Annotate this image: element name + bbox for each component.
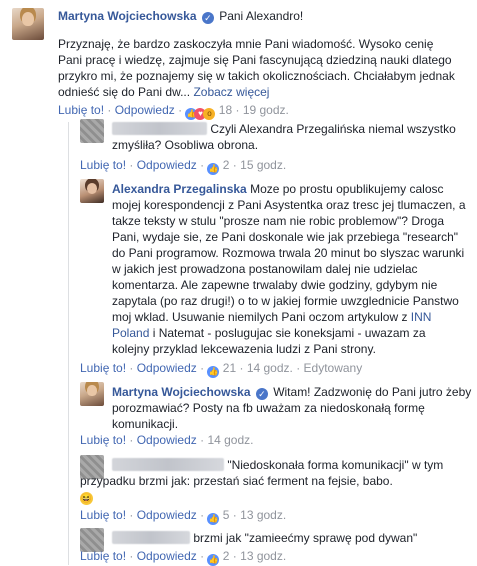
hidden-author-name bbox=[112, 531, 190, 544]
comment-2-edited[interactable]: Edytowany bbox=[304, 361, 363, 375]
comment-3-line-1: Martyna Wojciechowska ✓ Witam! Zadzwonię… bbox=[112, 384, 472, 400]
comment-2-line-7: komentarza. Ale zapewne trwalaby dwie go… bbox=[112, 278, 438, 292]
comment-2-reactions[interactable]: 👍 21 bbox=[207, 361, 237, 378]
comment-2-time[interactable]: 14 godz. bbox=[247, 361, 293, 375]
comment-5-body: brzmi jak "zamieećmy sprawę pod dywan" bbox=[112, 530, 472, 546]
post-reaction-count: 18 bbox=[218, 103, 233, 117]
post-reply-link[interactable]: Odpowiedz bbox=[115, 103, 175, 117]
comment-2-actions: Lubię to! · Odpowiedz · 👍 21 · 14 godz. … bbox=[80, 361, 363, 378]
comment-4-actions: Lubię to! · Odpowiedz · 👍 5 · 13 godz. bbox=[80, 508, 287, 525]
comment-3-actions: Lubię to! · Odpowiedz · 14 godz. bbox=[80, 433, 254, 447]
see-more-link[interactable]: Zobacz więcej bbox=[193, 85, 269, 99]
post-time[interactable]: 19 godz. bbox=[243, 103, 289, 117]
post-header: Martyna Wojciechowska ✓ Pani Alexandro! bbox=[58, 8, 468, 24]
comment-2-line-1-text: Moze po prostu opublikujemy calosc bbox=[250, 182, 444, 196]
post-line-1: Przyznaję, że bardzo zaskoczyła mnie Pan… bbox=[58, 37, 434, 51]
post-line-2: Pani pracę i wiedzę, zajmuje się Pani fa… bbox=[58, 53, 452, 67]
post-actions: Lubię to! · Odpowiedz · 👍 ♥ o 18 · 19 godz… bbox=[58, 103, 289, 120]
comment-2-reaction-count: 21 bbox=[222, 361, 237, 375]
comment-5-line-1: brzmi jak "zamieećmy sprawę pod dywan" bbox=[112, 530, 472, 546]
comment-4-reply-link[interactable]: Odpowiedz bbox=[137, 508, 197, 522]
comment-5-reactions[interactable]: 👍 2 bbox=[207, 549, 230, 566]
comment-2-line-1: Alexandra Przegalinska Moze po prostu op… bbox=[112, 181, 472, 197]
comment-thread: Martyna Wojciechowska ✓ Pani Alexandro! … bbox=[0, 0, 477, 566]
comment-2-line-4: Pani, wydaje sie, ze Pani doskonale wie … bbox=[112, 230, 459, 244]
comment-1-like-link[interactable]: Lubię to! bbox=[80, 158, 126, 172]
comment-2-line-3: takze teksty w stulu "prosze nam nie rob… bbox=[112, 214, 444, 228]
like-reaction-icon: 👍 bbox=[207, 513, 220, 525]
comment-2-line-2: mojej korespondencji z Pani Asystentka o… bbox=[112, 198, 466, 212]
inn-link[interactable]: INN bbox=[411, 310, 432, 324]
comment-2-reply-link[interactable]: Odpowiedz bbox=[137, 361, 197, 375]
post-line-4-text: odnieść się do Pani dw... bbox=[58, 85, 191, 99]
comment-2-line-6: w jakich jest prowadzona postanowilam da… bbox=[112, 262, 418, 276]
post-title-text: Pani Alexandro! bbox=[219, 9, 304, 23]
comment-1-reaction-count: 2 bbox=[222, 158, 230, 172]
avatar-martyna[interactable] bbox=[12, 8, 44, 40]
comment-2-like-link[interactable]: Lubię to! bbox=[80, 361, 126, 375]
comment-2-line-9: moj wklad. Usuwanie niemilych Pani oczom… bbox=[112, 309, 472, 325]
comment-4-emoji-line: 😆 bbox=[80, 489, 472, 505]
post-like-link[interactable]: Lubię to! bbox=[58, 103, 104, 117]
wow-reaction-icon: o bbox=[203, 108, 216, 120]
verified-badge-icon: ✓ bbox=[201, 12, 214, 24]
comment-4-reaction-count: 5 bbox=[222, 508, 230, 522]
comment-1-line-2: zmyśliła? Osobliwa obrona. bbox=[112, 138, 259, 152]
comment-2-author-name[interactable]: Alexandra Przegalinska bbox=[112, 182, 247, 196]
comment-5-time[interactable]: 13 godz. bbox=[240, 549, 286, 563]
comment-3-like-link[interactable]: Lubię to! bbox=[80, 433, 126, 447]
comment-3-line-1-text: Witam! Zadzwonię do Pani jutro żeby bbox=[273, 385, 472, 399]
comment-2-line-11: kolejny przyklad lekcewazenia ludzi z Pa… bbox=[112, 342, 376, 356]
comment-2-line-10-text: i Natemat - poslugujac sie koneksjami - … bbox=[152, 326, 426, 340]
comment-1-line-1-text: Czyli Alexandra Przegalińska niemal wszy… bbox=[210, 122, 456, 136]
comment-4-like-link[interactable]: Lubię to! bbox=[80, 508, 126, 522]
like-reaction-icon: 👍 bbox=[207, 554, 220, 566]
comment-3-author-name[interactable]: Martyna Wojciechowska bbox=[112, 385, 251, 399]
comment-2-line-9-text: moj wklad. Usuwanie niemilych Pani oczom… bbox=[112, 310, 408, 324]
comment-4-body: "Niedoskonała forma komunikacji" w tym p… bbox=[80, 457, 472, 505]
comment-4-line-1-text: "Niedoskonała forma komunikacji" w tym bbox=[227, 458, 444, 472]
like-reaction-icon: 👍 bbox=[207, 163, 220, 175]
avatar-hidden-1[interactable] bbox=[80, 119, 104, 143]
comment-5-line-1-text: brzmi jak "zamieećmy sprawę pod dywan" bbox=[193, 531, 418, 545]
comment-3-time[interactable]: 14 godz. bbox=[207, 433, 253, 447]
comment-2-body: Alexandra Przegalinska Moze po prostu op… bbox=[112, 181, 472, 357]
laughing-emoji-icon: 😆 bbox=[80, 492, 93, 505]
comment-5-reply-link[interactable]: Odpowiedz bbox=[137, 549, 197, 563]
comment-2-line-10: Poland i Natemat - poslugujac sie koneks… bbox=[112, 325, 472, 341]
verified-badge-icon: ✓ bbox=[255, 388, 268, 400]
poland-link[interactable]: Poland bbox=[112, 326, 149, 340]
post-author-name[interactable]: Martyna Wojciechowska bbox=[58, 9, 197, 23]
comment-5-like-link[interactable]: Lubię to! bbox=[80, 549, 126, 563]
comment-3-line-3: komunikacji. bbox=[112, 417, 179, 431]
comment-4-line-2: przypadku brzmi jak: przestań siać ferme… bbox=[80, 474, 393, 488]
hidden-author-name bbox=[112, 122, 207, 135]
comment-3-line-2: porozmawiać? Posty na fb uważam za niedo… bbox=[112, 401, 425, 415]
comment-3-reply-link[interactable]: Odpowiedz bbox=[137, 433, 197, 447]
comment-1-reactions[interactable]: 👍 2 bbox=[207, 158, 230, 175]
comment-4-line-1: "Niedoskonała forma komunikacji" w tym bbox=[80, 457, 472, 473]
comment-1-reply-link[interactable]: Odpowiedz bbox=[137, 158, 197, 172]
avatar-martyna-reply[interactable] bbox=[80, 382, 104, 406]
hidden-author-name bbox=[112, 458, 224, 471]
reply-thread-line bbox=[68, 122, 69, 565]
avatar-alexandra[interactable] bbox=[80, 179, 104, 203]
post-reactions[interactable]: 👍 ♥ o 18 bbox=[185, 103, 233, 120]
comment-5-actions: Lubię to! · Odpowiedz · 👍 2 · 13 godz. bbox=[80, 549, 287, 566]
comment-3-body: Martyna Wojciechowska ✓ Witam! Zadzwonię… bbox=[112, 384, 472, 432]
comment-1-body: Czyli Alexandra Przegalińska niemal wszy… bbox=[112, 121, 472, 153]
post-line-4: odnieść się do Pani dw... Zobacz więcej bbox=[58, 84, 473, 100]
comment-2-line-5: do Pani programow. Rozmowa trwala 20 min… bbox=[112, 246, 465, 260]
comment-1-time[interactable]: 15 godz. bbox=[240, 158, 286, 172]
comment-2-line-8: zapytala (po raz drugi!) o to w jakiej f… bbox=[112, 294, 459, 308]
post-body: Przyznaję, że bardzo zaskoczyła mnie Pan… bbox=[58, 36, 473, 100]
post-line-3: przykro mi, że poznajemy się w takich ok… bbox=[58, 69, 455, 83]
comment-4-reactions[interactable]: 👍 5 bbox=[207, 508, 230, 525]
comment-5-reaction-count: 2 bbox=[222, 549, 230, 563]
like-reaction-icon: 👍 bbox=[207, 366, 220, 378]
comment-4-time[interactable]: 13 godz. bbox=[240, 508, 286, 522]
comment-1-actions: Lubię to! · Odpowiedz · 👍 2 · 15 godz. bbox=[80, 158, 287, 175]
comment-1-line-1: Czyli Alexandra Przegalińska niemal wszy… bbox=[112, 121, 472, 137]
